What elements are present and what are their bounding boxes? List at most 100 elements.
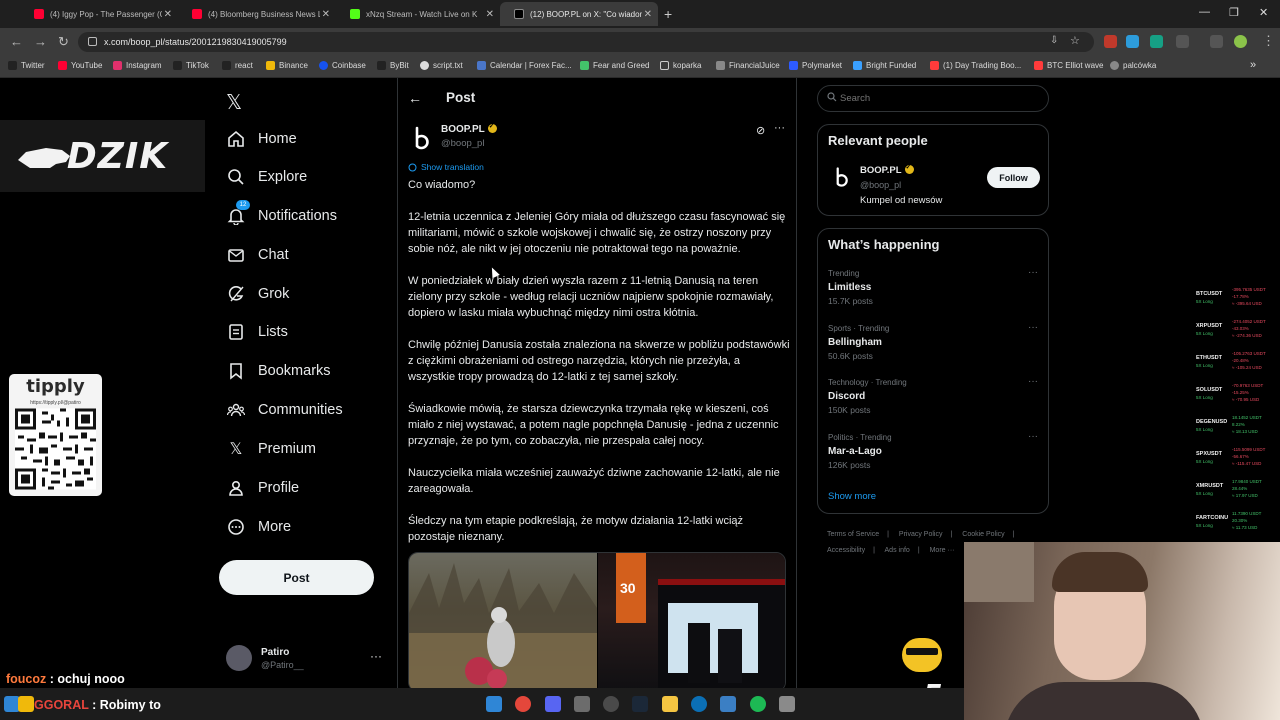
minimize-icon[interactable]: — xyxy=(1199,6,1210,18)
nav-lists[interactable]: Lists xyxy=(226,319,288,345)
media-image[interactable]: 30 xyxy=(598,553,785,688)
bookmark-item[interactable]: palcówka xyxy=(1110,61,1156,70)
nav-bookmarks[interactable]: Bookmarks xyxy=(226,358,331,384)
steam-icon[interactable] xyxy=(632,696,648,712)
star-icon[interactable]: ☆ xyxy=(1070,34,1080,47)
media-image[interactable] xyxy=(409,553,597,688)
more-icon[interactable]: ··· xyxy=(1028,267,1038,278)
close-icon[interactable]: ✕ xyxy=(644,9,652,20)
bookmark-item[interactable]: Fear and Greed xyxy=(580,61,649,70)
app-icon[interactable] xyxy=(720,696,736,712)
nav-notifications[interactable]: 12 Notifications xyxy=(226,200,337,229)
author-avatar[interactable] xyxy=(830,165,854,189)
bookmark-item[interactable]: (1) Day Trading Boo... xyxy=(930,61,1021,70)
close-icon[interactable]: ✕ xyxy=(486,9,494,20)
reload-icon[interactable]: ↻ xyxy=(58,34,69,50)
grok-icon[interactable]: ⊘ xyxy=(756,124,765,137)
spotify-icon[interactable] xyxy=(750,696,766,712)
footer-link[interactable]: Ads info xyxy=(885,547,910,554)
search-box[interactable] xyxy=(817,85,1049,112)
discord-icon[interactable] xyxy=(545,696,561,712)
bookmark-item[interactable]: react xyxy=(222,61,253,70)
file-explorer-icon[interactable] xyxy=(662,696,678,712)
window-close-icon[interactable]: ✕ xyxy=(1259,6,1268,19)
author-handle[interactable]: @boop_pl xyxy=(441,138,484,149)
menu-icon[interactable]: ⋮ xyxy=(1262,33,1275,49)
footer-link[interactable]: Terms of Service xyxy=(827,531,879,538)
nav-chat[interactable]: Chat xyxy=(226,242,289,268)
more-icon[interactable]: ··· xyxy=(1028,431,1038,442)
bookmark-item[interactable]: Coinbase xyxy=(319,61,366,70)
back-icon[interactable]: ← xyxy=(10,34,23,49)
browser-tab-active[interactable]: (12) BOOP.PL on X: "Co wiadom ✕ xyxy=(500,2,658,26)
relevant-person-handle[interactable]: @boop_pl xyxy=(860,180,901,190)
trend-item[interactable]: Trending Limitless 15.7K posts ··· xyxy=(828,267,1040,313)
show-more-link[interactable]: Show more xyxy=(828,491,876,502)
author-name[interactable]: BOOP.PL xyxy=(441,122,497,135)
footer-link[interactable]: Privacy Policy xyxy=(899,531,943,538)
new-tab-button[interactable]: + xyxy=(664,6,672,22)
browser-tab[interactable]: xNzq Stream - Watch Live on K ✕ xyxy=(336,4,500,24)
post-media[interactable]: 30 xyxy=(408,552,786,688)
more-icon[interactable]: ··· xyxy=(774,122,785,134)
trend-item[interactable]: Sports · Trending Bellingham 50.6K posts… xyxy=(828,322,1040,368)
search-input[interactable] xyxy=(840,93,1020,104)
url-field[interactable]: x.com/boop_pl/status/2001219830419005799… xyxy=(78,32,1094,52)
bookmark-item[interactable]: Bright Funded xyxy=(853,61,916,70)
nav-home[interactable]: Home xyxy=(226,126,297,152)
footer-link[interactable]: Accessibility xyxy=(827,547,865,554)
ccleaner-icon[interactable] xyxy=(691,696,707,712)
nav-grok[interactable]: Grok xyxy=(226,281,289,307)
browser-tab[interactable]: (4) Iggy Pop - The Passenger (C ✕ xyxy=(20,4,178,24)
back-arrow-icon[interactable]: ← xyxy=(408,90,422,106)
trend-item[interactable]: Technology · Trending Discord 150K posts… xyxy=(828,376,1040,422)
forward-icon[interactable]: → xyxy=(34,34,47,49)
more-icon[interactable]: ··· xyxy=(1028,322,1038,333)
bookmark-item[interactable]: Calendar | Forex Fac... xyxy=(477,61,572,70)
nav-profile[interactable]: Profile xyxy=(226,475,299,501)
bookmark-item[interactable]: Twitter xyxy=(8,61,45,70)
nav-communities[interactable]: Communities xyxy=(226,397,343,423)
relevant-person-name[interactable]: BOOP.PL xyxy=(860,163,914,176)
more-icon[interactable]: ··· xyxy=(370,649,382,663)
bookmark-item[interactable]: YouTube xyxy=(58,61,102,70)
nav-explore[interactable]: Explore xyxy=(226,164,307,190)
bookmark-item[interactable]: Instagram xyxy=(113,61,162,70)
trend-item[interactable]: Politics · Trending Mar-a-Lago 126K post… xyxy=(828,431,1040,477)
site-info-icon[interactable] xyxy=(88,37,97,46)
bookmark-item[interactable]: Binance xyxy=(266,61,308,70)
nav-more[interactable]: More xyxy=(226,514,291,540)
footer-link[interactable]: More ··· xyxy=(930,547,955,554)
follow-button[interactable]: Follow xyxy=(987,167,1040,188)
account-switcher[interactable]: Patiro @Patiro__ ··· xyxy=(226,643,386,673)
show-translation-link[interactable]: Show translation xyxy=(408,162,484,172)
restore-icon[interactable]: ❐ xyxy=(1229,6,1239,19)
nav-premium[interactable]: 𝕏 Premium xyxy=(226,436,316,462)
bookmark-item[interactable]: FinancialJuice xyxy=(716,61,780,70)
close-icon[interactable]: ✕ xyxy=(322,9,330,20)
chrome-icon[interactable] xyxy=(515,696,531,712)
bookmark-item[interactable]: BTC Elliot wave xyxy=(1034,61,1103,70)
bookmark-item[interactable]: koparka xyxy=(660,61,701,70)
bookmark-item[interactable]: Polymarket xyxy=(789,61,842,70)
obs-icon[interactable] xyxy=(603,696,619,712)
avatar[interactable] xyxy=(1234,35,1247,48)
app-icon[interactable] xyxy=(779,696,795,712)
extension-icon[interactable] xyxy=(1104,35,1117,48)
x-logo-icon[interactable]: 𝕏 xyxy=(226,90,242,114)
post-button[interactable]: Post xyxy=(219,560,374,595)
bookmark-item[interactable]: ByBit xyxy=(377,61,409,70)
chevron-right-icon[interactable]: » xyxy=(1250,59,1256,71)
author-avatar[interactable] xyxy=(408,124,436,152)
browser-tab[interactable]: (4) Bloomberg Business News L ✕ xyxy=(178,4,336,24)
more-icon[interactable]: ··· xyxy=(1028,376,1038,387)
install-icon[interactable]: ⇩ xyxy=(1050,35,1058,46)
footer-link[interactable]: Cookie Policy xyxy=(962,531,1004,538)
reading-list-icon[interactable] xyxy=(1210,35,1223,48)
app-icon[interactable] xyxy=(574,696,590,712)
bookmark-item[interactable]: script.txt xyxy=(420,61,463,70)
bookmark-item[interactable]: TikTok xyxy=(173,61,209,70)
extension-icon[interactable] xyxy=(1150,35,1163,48)
windows-start-icon[interactable] xyxy=(486,696,502,712)
puzzle-icon[interactable] xyxy=(1176,35,1189,48)
